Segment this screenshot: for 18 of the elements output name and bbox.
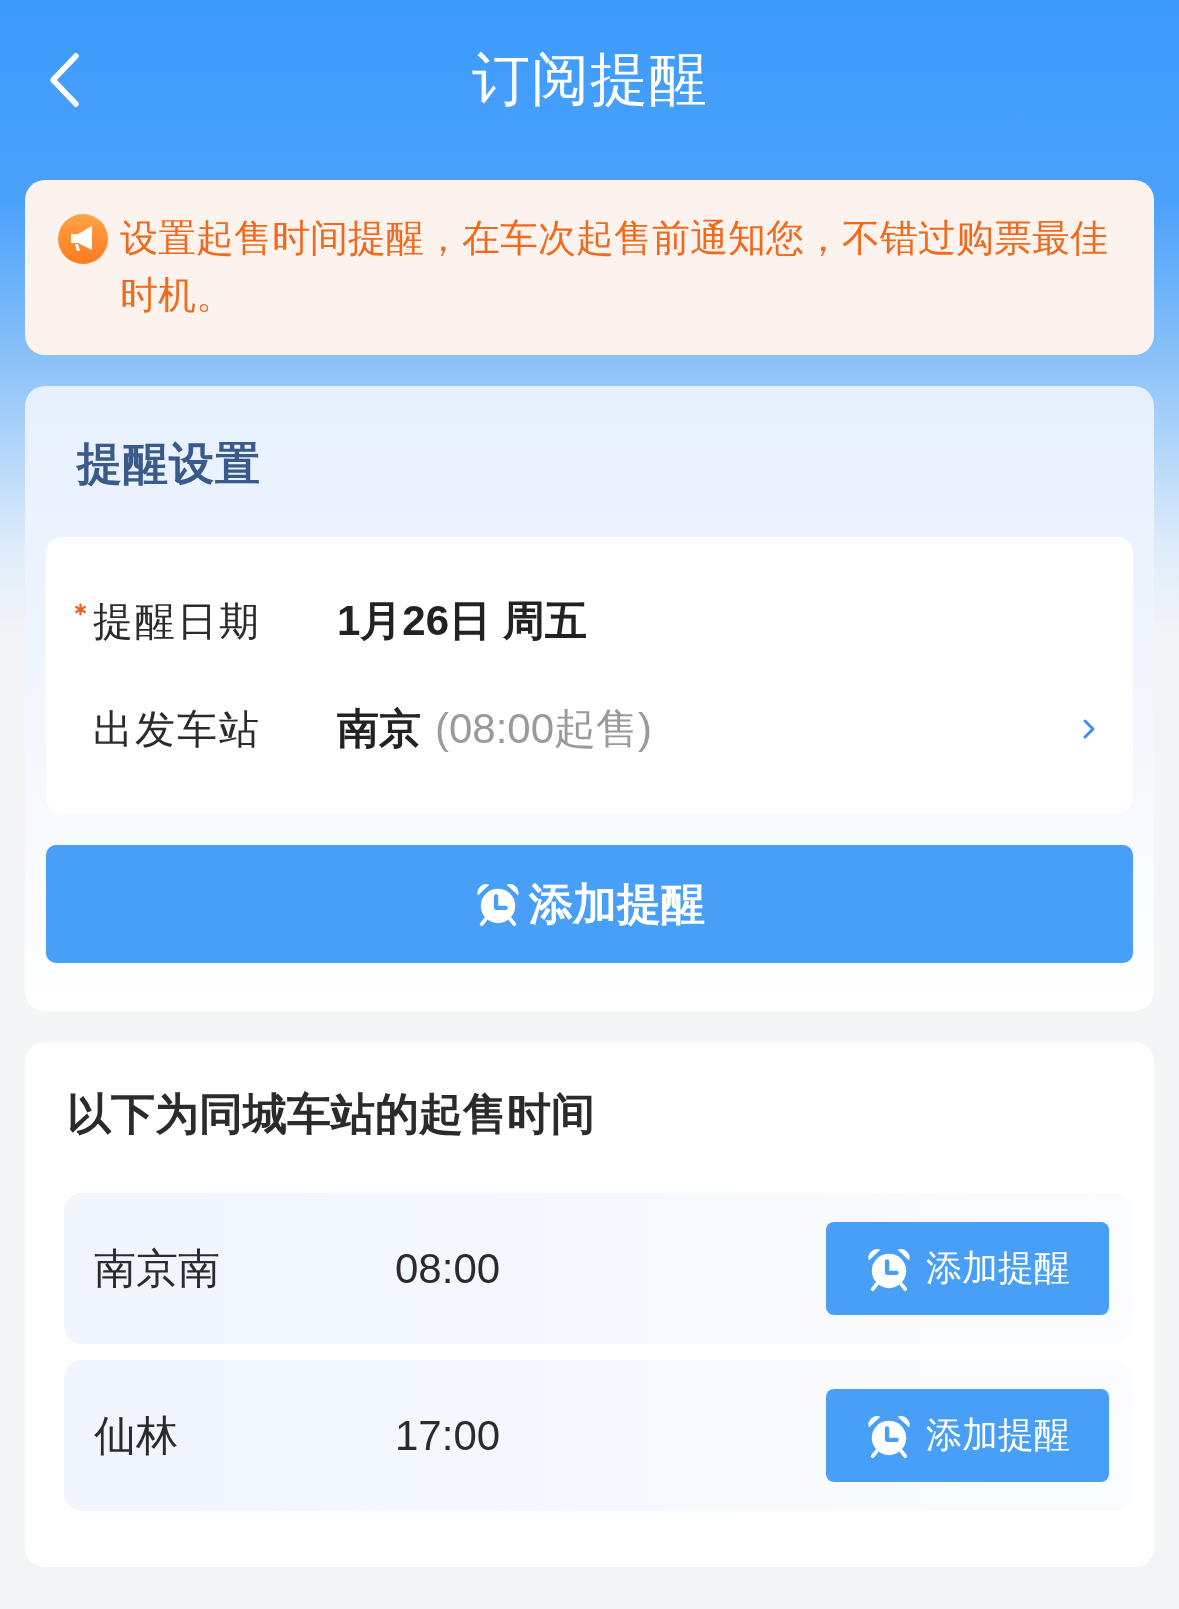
alarm-clock-icon <box>474 881 521 927</box>
add-reminder-button[interactable]: 添加提醒 <box>826 1389 1109 1482</box>
station-name: 南京南 <box>94 1243 220 1294</box>
notice-text: 设置起售时间提醒，在车次起售前通知您，不错过购票最佳时机。 <box>120 216 1109 318</box>
field-label: 出发车站 <box>93 705 261 753</box>
megaphone-icon <box>58 214 108 264</box>
station-name: 仙林 <box>94 1410 178 1461</box>
field-label: 提醒日期 <box>93 597 261 645</box>
page-title: 订阅提醒 <box>471 44 708 113</box>
section-title: 提醒设置 <box>77 437 261 491</box>
sale-time: 08:00 <box>395 1244 501 1293</box>
add-reminder-button[interactable]: 添加提醒 <box>826 1222 1109 1315</box>
field-value[interactable]: 南京 <box>337 701 421 757</box>
add-reminder-button[interactable]: 添加提醒 <box>46 845 1133 963</box>
sale-time: 17:00 <box>395 1411 501 1460</box>
section-title: 以下为同城车站的起售时间 <box>67 1088 595 1140</box>
field-value: 1月26日 周五 <box>337 596 587 646</box>
sale-time-note: (08:00起售) <box>435 704 653 754</box>
